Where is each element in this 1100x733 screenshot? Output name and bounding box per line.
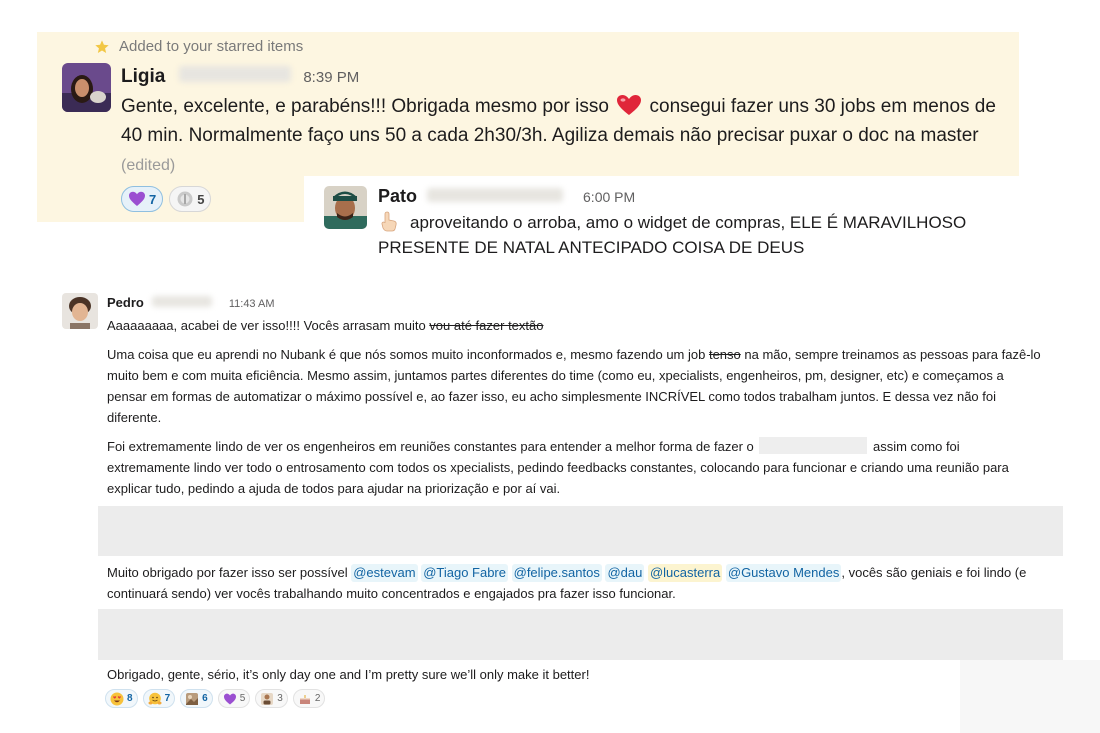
- avatar[interactable]: [324, 186, 367, 229]
- background-fade: [960, 660, 1100, 733]
- avatar[interactable]: [62, 293, 98, 329]
- red-heart-icon: [617, 95, 642, 115]
- timestamp[interactable]: 6:00 PM: [583, 189, 635, 205]
- self-mention[interactable]: @lucasterra: [647, 564, 723, 582]
- message-text-part: aproveitando o arroba, amo o widget de c…: [378, 213, 967, 257]
- user-mention[interactable]: @felipe.santos: [511, 564, 602, 582]
- award-icon: [177, 191, 193, 207]
- message-card: Pato 6:00 PM aproveitando o arroba, amo …: [304, 176, 1020, 268]
- message-text-part: Aaaaaaaaa, acabei de ver isso!!!! Vocês …: [107, 318, 430, 333]
- reaction-award[interactable]: 5: [169, 186, 212, 212]
- redacted-surname: [427, 188, 564, 202]
- user-mention[interactable]: @dau: [605, 564, 645, 582]
- message-text-part: Foi extremamente lindo de ver os engenhe…: [107, 439, 758, 454]
- hugging-face-icon: [148, 692, 162, 704]
- author-name[interactable]: Pato: [378, 186, 417, 207]
- redacted-surname: [151, 296, 212, 307]
- reaction-count: 5: [239, 693, 246, 704]
- message-paragraph: Muito obrigado por fazer isso ser possív…: [107, 562, 1042, 604]
- message-header: Ligia 8:39 PM: [121, 66, 359, 88]
- reaction-count: 2: [314, 693, 321, 704]
- user-mention[interactable]: @Gustavo Mendes: [725, 564, 842, 582]
- edited-label: (edited): [121, 157, 176, 174]
- message-text-part: Gente, excelente, e parabéns!!! Obrigada…: [121, 96, 615, 117]
- message-paragraph: Uma coisa que eu aprendi no Nubank é que…: [107, 344, 1042, 428]
- redacted-text: [759, 437, 868, 454]
- message-text: Gente, excelente, e parabéns!!! Obrigada…: [121, 92, 1001, 180]
- reaction-count: 7: [149, 191, 157, 207]
- reaction-count: 6: [202, 693, 208, 704]
- timestamp[interactable]: 11:43 AM: [229, 298, 275, 310]
- author-name[interactable]: Pedro: [107, 295, 144, 310]
- redacted-block: [98, 609, 1063, 660]
- reaction-purple-heart[interactable]: 5: [217, 689, 251, 708]
- reaction-hugging-face[interactable]: 7: [142, 689, 176, 708]
- reaction-custom-person[interactable]: 3: [255, 689, 288, 708]
- reaction-count: 8: [127, 693, 133, 704]
- message-card: Pedro 11:43 AM Aaaaaaaaa, acabei de ver …: [40, 280, 1098, 725]
- reaction-heart-eyes[interactable]: 8: [105, 689, 138, 708]
- starred-banner: Added to your starred items: [94, 38, 303, 55]
- heart-eyes-icon: [110, 692, 124, 705]
- reactions-bar: 8 7 6 5 3 2: [105, 689, 326, 708]
- message-paragraph: Foi extremamente lindo de ver os engenhe…: [107, 436, 1042, 499]
- reaction-custom-image[interactable]: 6: [180, 689, 213, 708]
- custom-image-icon: [186, 692, 199, 705]
- timestamp[interactable]: 8:39 PM: [303, 69, 359, 86]
- message-header: Pedro 11:43 AM: [107, 295, 275, 310]
- reactions-bar: 7 5: [121, 186, 212, 212]
- user-mention[interactable]: @Tiago Fabre: [421, 564, 508, 582]
- reaction-custom-cake[interactable]: 2: [292, 689, 326, 708]
- starred-text: Added to your starred items: [119, 38, 304, 55]
- message-header: Pato 6:00 PM: [378, 186, 635, 207]
- strikethrough-text: vou até fazer textão: [429, 318, 544, 333]
- avatar[interactable]: [62, 63, 111, 112]
- custom-person-icon: [261, 692, 274, 705]
- strikethrough-text: tenso: [708, 347, 741, 362]
- message-paragraph: Aaaaaaaaa, acabei de ver isso!!!! Vocês …: [107, 315, 1042, 336]
- message-text-part: Uma coisa que eu aprendi no Nubank é que…: [107, 347, 709, 362]
- message-paragraph: Obrigado, gente, sério, it’s only day on…: [107, 667, 590, 682]
- point-up-icon: [381, 211, 397, 232]
- user-mention[interactable]: @estevam: [351, 564, 418, 582]
- star-icon: [95, 39, 109, 53]
- reaction-purple-heart[interactable]: 7: [121, 186, 164, 212]
- reaction-count: 5: [197, 191, 205, 207]
- purple-heart-icon: [129, 191, 145, 206]
- custom-cake-icon: [299, 694, 310, 704]
- message-text-part: Muito obrigado por fazer isso ser possív…: [107, 565, 352, 580]
- message-text: aproveitando o arroba, amo o widget de c…: [378, 210, 1008, 260]
- redacted-surname: [179, 66, 292, 82]
- reaction-count: 3: [277, 693, 283, 704]
- reaction-count: 7: [164, 693, 171, 704]
- redacted-block: [98, 506, 1063, 556]
- author-name[interactable]: Ligia: [121, 66, 165, 88]
- purple-heart-icon: [223, 693, 236, 704]
